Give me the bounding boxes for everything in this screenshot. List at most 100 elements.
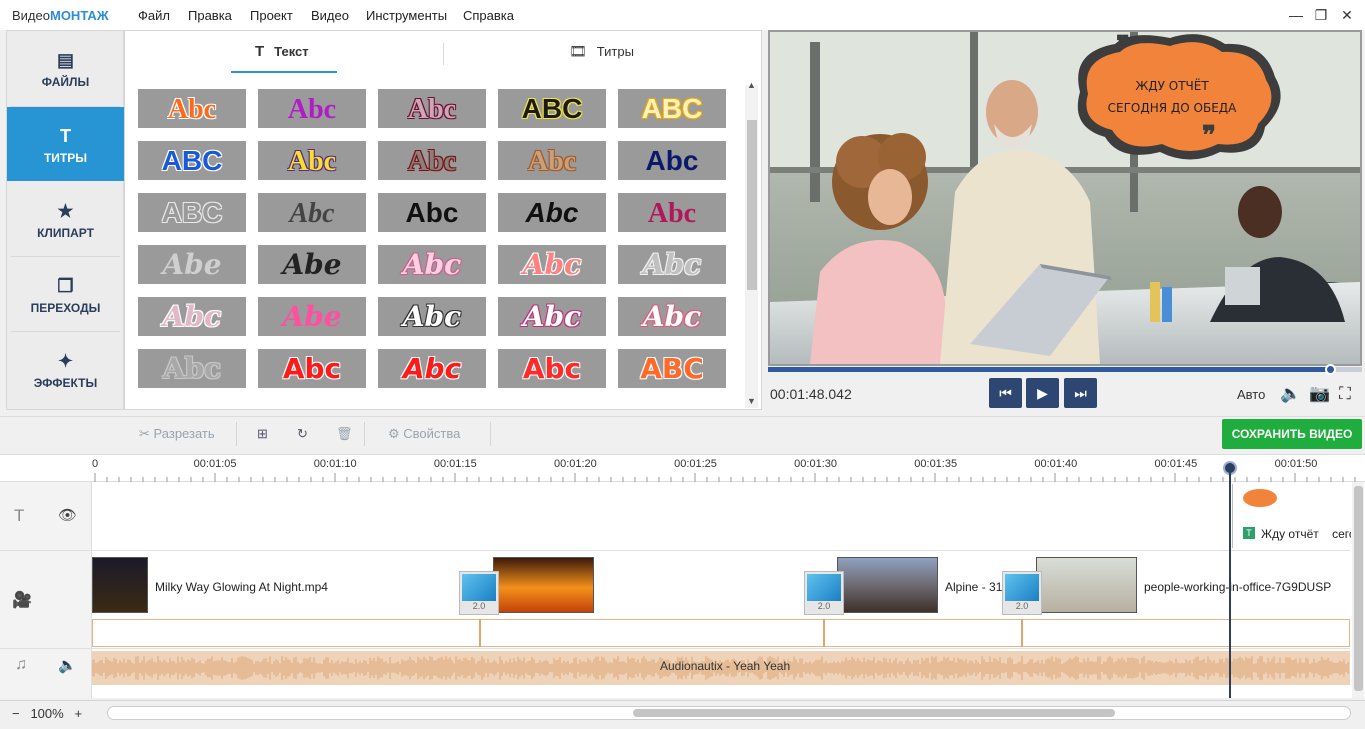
clip-name[interactable]: Alpine - 31 — [945, 580, 1002, 594]
cut-button[interactable]: ✂ Разрезать — [139, 426, 215, 442]
tab-text[interactable]: T Текст — [255, 43, 309, 73]
audio-volume-icon[interactable]: 🔈 — [58, 656, 77, 674]
menu-edit[interactable]: Правка — [188, 8, 232, 23]
ruler-label: 00:01:35 — [914, 458, 958, 470]
playhead[interactable] — [1229, 463, 1231, 698]
clip-thumbnail-office[interactable] — [1036, 557, 1137, 613]
previous-button[interactable]: ⏮ — [989, 378, 1022, 408]
clip-thumbnail-desert[interactable] — [493, 557, 594, 613]
text-style-sample: ABC — [521, 93, 583, 124]
text-style-tile[interactable]: Abc — [378, 141, 486, 180]
rotate-icon[interactable]: ↻ — [297, 426, 308, 442]
text-style-tile[interactable]: ABC — [618, 89, 726, 128]
sidebar: ▤ ФАЙЛЫ T ТИТРЫ ★ КЛИПАРТ ❐ ПЕРЕХОДЫ ✦ ЭФФЕКТ… — [6, 30, 132, 410]
text-style-tile[interactable]: Abc — [618, 193, 726, 232]
transition-block[interactable]: 2.0 — [1002, 571, 1042, 615]
text-style-tile[interactable]: Abc — [618, 245, 726, 284]
video-preview[interactable]: ❞ ❞ ЖДУ ОТЧЁТ СЕГОДНЯ ДО ОБЕДА — [768, 30, 1362, 366]
sidebar-item-effects[interactable]: ✦ ЭФФЕКТЫ — [7, 332, 124, 406]
eye-icon[interactable]: 👁 — [58, 506, 77, 524]
text-style-tile[interactable]: Abe — [138, 245, 246, 284]
text-style-tile[interactable]: ABC — [138, 141, 246, 180]
close-icon[interactable]: ✕ — [1336, 5, 1358, 25]
playback-progress-fill — [768, 367, 1332, 372]
logo-brand: МОНТАЖ — [49, 8, 109, 23]
tab-credits[interactable]: 🎞 Титры — [569, 43, 634, 73]
text-style-sample: Abc — [402, 300, 462, 333]
text-style-tile[interactable]: Abc — [378, 89, 486, 128]
scroll-up-icon[interactable]: ▲ — [747, 80, 756, 90]
text-style-tile[interactable]: Abc — [138, 349, 246, 388]
crop-icon[interactable]: ⊞ — [257, 426, 268, 442]
minimize-icon[interactable]: — — [1285, 5, 1307, 25]
tab-label: Титры — [596, 44, 634, 59]
text-style-tile[interactable]: Abc — [258, 193, 366, 232]
quality-auto[interactable]: Авто — [1237, 387, 1265, 402]
sidebar-item-label: ФАЙЛЫ — [41, 75, 90, 89]
timeline-vertical-scrollbar-thumb[interactable] — [1354, 486, 1363, 691]
text-style-tile[interactable]: Abc — [618, 297, 726, 336]
volume-icon[interactable]: 🔈 — [1280, 384, 1301, 404]
sidebar-item-files[interactable]: ▤ ФАЙЛЫ — [7, 31, 124, 105]
gear-icon: ⚙ — [388, 426, 400, 441]
text-style-tile[interactable]: Abc — [138, 89, 246, 128]
sidebar-item-titles[interactable]: T ТИТРЫ — [7, 107, 132, 181]
text-styles-panel: T Текст 🎞 Титры Abc Abc Abc ABC ABC ABC Abc Abc Ab… — [124, 30, 762, 410]
text-style-tile[interactable]: Abc — [378, 349, 486, 388]
menu-tools[interactable]: Инструменты — [366, 8, 447, 23]
text-style-tile[interactable]: Abc — [378, 297, 486, 336]
sidebar-item-transitions[interactable]: ❐ ПЕРЕХОДЫ — [7, 257, 124, 331]
sidebar-item-label: КЛИПАРТ — [37, 226, 94, 240]
maximize-icon[interactable]: ❐ — [1310, 5, 1332, 25]
text-style-tile[interactable]: Abc — [378, 193, 486, 232]
text-style-tile[interactable]: Abc — [498, 349, 606, 388]
text-style-tile[interactable]: Abc — [138, 297, 246, 336]
text-style-tile[interactable]: Abc — [378, 245, 486, 284]
properties-button[interactable]: ⚙ Свойства — [388, 426, 460, 442]
sidebar-item-clipart[interactable]: ★ КЛИПАРТ — [7, 182, 124, 256]
zoom-out-button[interactable]: − — [12, 706, 20, 721]
text-style-tile[interactable]: ABC — [138, 193, 246, 232]
save-video-button[interactable]: СОХРАНИТЬ ВИДЕО — [1222, 419, 1362, 449]
text-style-sample: Abc — [282, 352, 342, 385]
text-style-tile[interactable]: Abc — [258, 141, 366, 180]
delete-trash-icon[interactable]: 🗑 — [336, 426, 353, 442]
text-style-sample: Abc — [289, 198, 335, 229]
text-style-tile[interactable]: Abc — [258, 349, 366, 388]
fullscreen-icon[interactable]: ⛶ — [1339, 384, 1351, 404]
text-style-tile[interactable]: Abc — [498, 193, 606, 232]
active-tab-underline — [231, 71, 337, 73]
text-style-tile[interactable]: Abc — [618, 141, 726, 180]
zoom-in-button[interactable]: + — [75, 706, 83, 721]
next-button[interactable]: ⏭ — [1064, 378, 1097, 408]
speech-bubble: ❞ ❞ ЖДУ ОТЧЁТ СЕГОДНЯ ДО ОБЕДА — [1077, 32, 1281, 160]
clip-thumbnail-alpine[interactable] — [837, 557, 938, 613]
text-style-tile[interactable]: Abc — [258, 89, 366, 128]
clip-audio-subtrack — [92, 619, 1350, 647]
text-style-tile[interactable]: ABC — [498, 89, 606, 128]
text-style-tile[interactable]: ABC — [618, 349, 726, 388]
text-style-tile[interactable]: Abe — [258, 297, 366, 336]
text-style-sample: ABC — [641, 93, 703, 124]
styles-scrollbar-thumb[interactable] — [747, 120, 757, 290]
menu-file[interactable]: Файл — [138, 8, 170, 23]
timeline-horizontal-scrollbar-thumb[interactable] — [633, 709, 1115, 717]
clip-thumbnail-milky-way[interactable] — [92, 557, 148, 613]
transition-block[interactable]: 2.0 — [804, 571, 844, 615]
current-time: 00:01:48.042 — [770, 386, 852, 402]
text-style-tile[interactable]: Abc — [498, 297, 606, 336]
scroll-down-icon[interactable]: ▼ — [747, 396, 756, 406]
play-button[interactable]: ▶ — [1026, 378, 1059, 408]
transition-block[interactable]: 2.0 — [459, 571, 499, 615]
menu-help[interactable]: Справка — [463, 8, 514, 23]
menu-video[interactable]: Видео — [311, 8, 349, 23]
playback-knob[interactable] — [1325, 364, 1336, 375]
text-style-tile[interactable]: Abe — [258, 245, 366, 284]
menu-project[interactable]: Проект — [250, 8, 293, 23]
text-style-tile[interactable]: Abc — [498, 245, 606, 284]
clip-name[interactable]: Milky Way Glowing At Night.mp4 — [155, 580, 328, 594]
text-style-tile[interactable]: Abc — [498, 141, 606, 180]
clip-name[interactable]: people-working-in-office-7G9DUSP — [1144, 580, 1331, 594]
ruler-label: 0 — [91, 458, 99, 470]
snapshot-camera-icon[interactable]: 📷 — [1309, 384, 1330, 404]
